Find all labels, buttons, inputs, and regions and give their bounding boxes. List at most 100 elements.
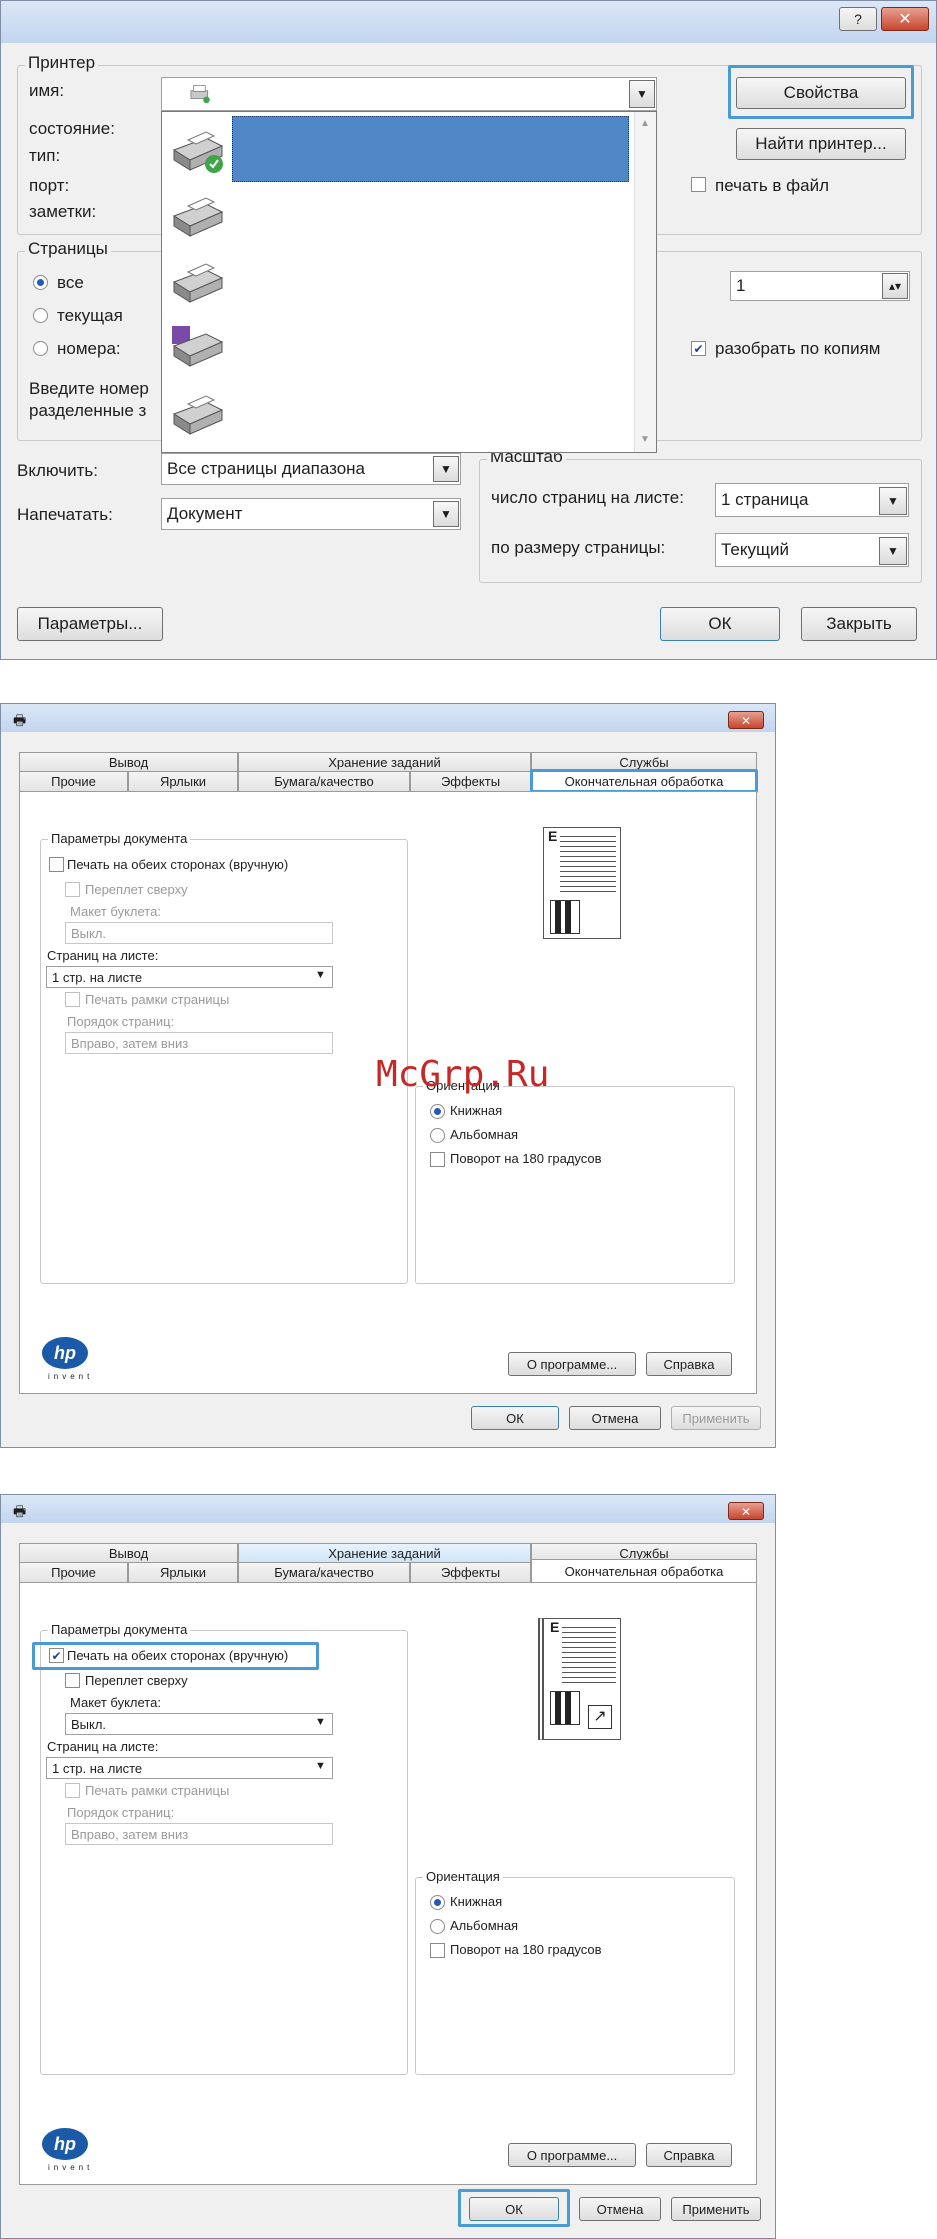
cancel-button[interactable]: Отмена	[569, 1406, 661, 1430]
copies-spinner[interactable]: ▴▾	[882, 273, 908, 299]
flip-up-checkbox[interactable]	[65, 882, 80, 897]
tab-paper-quality[interactable]: Бумага/качество	[238, 1562, 410, 1582]
pages-per-sheet-label: Страниц на листе:	[47, 948, 159, 963]
ok-button[interactable]: ОК	[469, 2197, 559, 2221]
tab-finishing[interactable]: Окончательная обработка	[531, 1559, 757, 1582]
tab-other[interactable]: Прочие	[19, 771, 128, 791]
print-to-file-label: печать в файл	[715, 176, 830, 195]
flip-up-label: Переплет сверху	[85, 882, 188, 897]
printer-list: ▲ ▼	[161, 111, 657, 453]
landscape-radio[interactable]	[430, 1128, 445, 1143]
printer-name-label: имя:	[29, 81, 65, 100]
pages-hint-line1: Введите номер	[29, 379, 149, 398]
printer-name-select[interactable]	[161, 77, 657, 111]
about-button[interactable]: О программе...	[508, 1352, 636, 1376]
tab-job-storage[interactable]: Хранение заданий	[238, 752, 531, 771]
booklet-select[interactable]: Выкл.	[65, 1713, 333, 1735]
tab-shortcuts[interactable]: Ярлыки	[128, 771, 238, 791]
doc-params-title: Параметры документа	[48, 831, 191, 846]
preview-chart-icon	[550, 900, 580, 934]
portrait-radio[interactable]	[430, 1895, 445, 1910]
portrait-label: Книжная	[450, 1894, 503, 1909]
printer-list-item-selected[interactable]	[232, 116, 629, 182]
about-button[interactable]: О программе...	[508, 2143, 636, 2167]
help-title-button[interactable]: ?	[839, 7, 877, 31]
rotate-checkbox[interactable]	[430, 1152, 445, 1167]
pages-per-sheet-dropdown-icon[interactable]: ▼	[879, 487, 907, 515]
duplex-checkbox[interactable]: ✔	[49, 1648, 64, 1663]
page-borders-label: Печать рамки страницы	[85, 1783, 230, 1798]
ok-button[interactable]: ОК	[471, 1406, 559, 1430]
print-what-dropdown-icon[interactable]: ▼	[433, 501, 459, 527]
page-order-select[interactable]: Вправо, затем вниз	[65, 1823, 333, 1845]
collate-label: разобрать по копиям	[715, 339, 881, 358]
include-select[interactable]: Все страницы диапазона	[161, 453, 461, 485]
pages-per-sheet-select[interactable]: 1 стр. на листе	[46, 1757, 333, 1779]
close-title-button[interactable]: ✕	[881, 7, 929, 31]
tab-shortcuts[interactable]: Ярлыки	[128, 1562, 238, 1582]
page-preview-duplex: E ↗	[538, 1618, 621, 1740]
print-what-select[interactable]: Документ	[161, 498, 461, 530]
tab-effects[interactable]: Эффекты	[410, 771, 531, 791]
pages-hint-line2: разделенные з	[29, 401, 147, 420]
duplex-label: Печать на обеих сторонах (вручную)	[67, 857, 289, 872]
booklet-select[interactable]: Выкл.	[65, 922, 333, 944]
find-printer-button[interactable]: Найти принтер...	[736, 128, 906, 160]
printer-notes-label: заметки:	[29, 202, 97, 221]
flip-up-checkbox[interactable]	[65, 1673, 80, 1688]
collate-checkbox[interactable]: ✔	[691, 341, 706, 356]
preview-lines	[562, 1627, 616, 1687]
apply-button[interactable]: Применить	[671, 2197, 761, 2221]
doc-params-title: Параметры документа	[48, 1622, 191, 1637]
close-title-button[interactable]: ✕	[728, 1502, 764, 1520]
preview-lines	[560, 836, 616, 896]
close-button[interactable]: Закрыть	[801, 607, 917, 641]
parameters-button[interactable]: Параметры...	[17, 607, 163, 641]
page-borders-checkbox[interactable]	[65, 992, 80, 1007]
pages-current-radio[interactable]	[33, 308, 48, 323]
pages-per-sheet-dropdown-icon[interactable]: ▼	[315, 969, 326, 981]
cancel-button[interactable]: Отмена	[579, 2197, 661, 2221]
fit-to-page-label: по размеру страницы:	[491, 538, 666, 557]
portrait-radio[interactable]	[430, 1104, 445, 1119]
printer-name-dropdown-icon[interactable]: ▼	[629, 80, 655, 108]
pages-all-radio[interactable]	[33, 275, 48, 290]
tab-output[interactable]: Вывод	[19, 752, 238, 771]
printer-icon	[172, 395, 224, 435]
fit-to-page-dropdown-icon[interactable]: ▼	[879, 537, 907, 565]
pages-per-sheet-label: Страниц на листе:	[47, 1739, 159, 1754]
include-dropdown-icon[interactable]: ▼	[433, 456, 459, 482]
invent-label: invent	[48, 1372, 94, 1381]
watermark: McGrp.Ru	[376, 1054, 550, 1095]
rotate-checkbox[interactable]	[430, 1943, 445, 1958]
pages-per-sheet-dropdown-icon[interactable]: ▼	[315, 1760, 326, 1772]
duplex-checkbox[interactable]	[49, 857, 64, 872]
close-title-button[interactable]: ✕	[728, 711, 764, 729]
scroll-up-icon[interactable]: ▲	[640, 118, 650, 129]
properties-button[interactable]: Свойства	[736, 77, 906, 109]
tab-output[interactable]: Вывод	[19, 1543, 238, 1562]
ok-button[interactable]: ОК	[660, 607, 780, 641]
page-borders-checkbox[interactable]	[65, 1783, 80, 1798]
tab-effects[interactable]: Эффекты	[410, 1562, 531, 1582]
duplex-label: Печать на обеих сторонах (вручную)	[67, 1648, 289, 1663]
printer-list-scrollbar[interactable]: ▲ ▼	[634, 112, 656, 452]
tab-job-storage[interactable]: Хранение заданий	[238, 1543, 531, 1562]
driver-dialog-2-titlebar	[1, 1495, 775, 1523]
tab-paper-quality[interactable]: Бумага/качество	[238, 771, 410, 791]
driver-dialog-1-titlebar	[1, 704, 775, 732]
page-flip-icon: ↗	[588, 1705, 612, 1729]
apply-button[interactable]: Применить	[671, 1406, 761, 1430]
page-order-select[interactable]: Вправо, затем вниз	[65, 1032, 333, 1054]
help-button[interactable]: Справка	[646, 1352, 732, 1376]
landscape-radio[interactable]	[430, 1919, 445, 1934]
help-button[interactable]: Справка	[646, 2143, 732, 2167]
scroll-down-icon[interactable]: ▼	[640, 434, 650, 445]
tab-other[interactable]: Прочие	[19, 1562, 128, 1582]
print-what-label: Напечатать:	[17, 505, 113, 524]
pages-per-sheet-select[interactable]: 1 стр. на листе	[46, 966, 333, 988]
booklet-dropdown-icon[interactable]: ▼	[315, 1716, 326, 1728]
driver-dialog-2: 🖶 ✕ Вывод Хранение заданий Службы Прочие…	[0, 1494, 776, 2239]
print-to-file-checkbox[interactable]	[691, 177, 706, 192]
pages-numbers-radio[interactable]	[33, 341, 48, 356]
